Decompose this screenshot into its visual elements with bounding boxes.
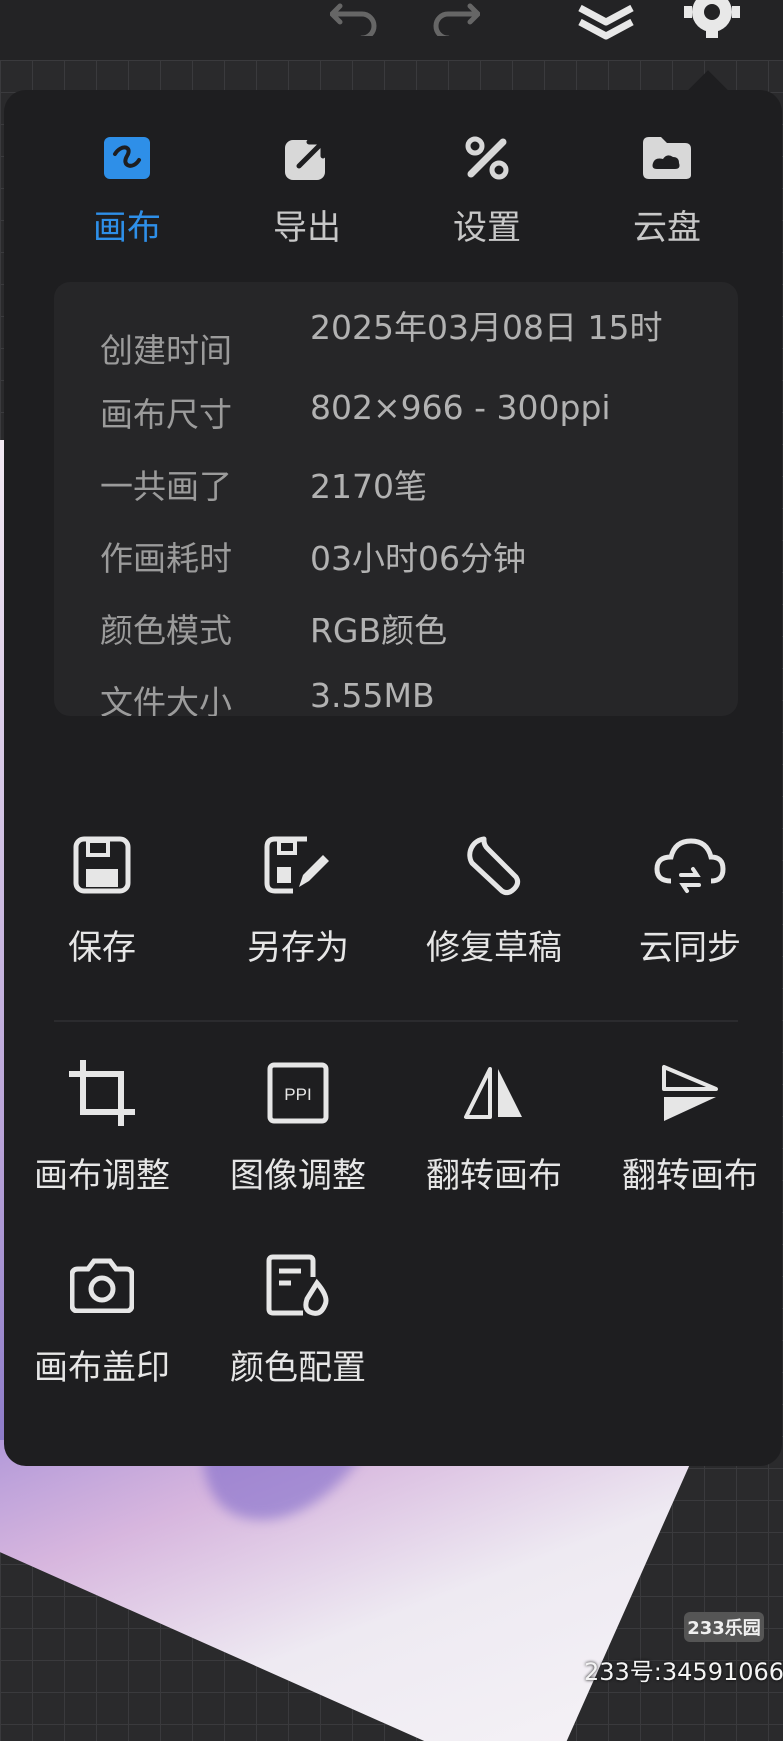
save-button[interactable]: 保存 [4, 830, 200, 969]
layers-icon[interactable] [576, 0, 636, 40]
repair-draft-label: 修复草稿 [426, 928, 562, 968]
watermark-id: 233号:345910660 [584, 1658, 783, 1686]
info-file-size-value: 3.55MB [310, 676, 435, 715]
cloud-sync-button[interactable]: 云同步 [592, 830, 783, 969]
tab-settings-label: 设置 [453, 208, 521, 248]
wrench-icon [396, 830, 592, 900]
tab-export[interactable]: 导出 [237, 130, 377, 249]
undo-icon[interactable] [330, 0, 380, 36]
info-time-value: 03小时06分钟 [310, 539, 526, 578]
flip-vertical-icon [592, 1058, 783, 1128]
camera-icon [4, 1250, 200, 1320]
info-color-mode-label: 颜色模式 [100, 611, 232, 650]
info-strokes: 一共画了 2170笔 [54, 460, 738, 510]
svg-text:PPI: PPI [284, 1085, 311, 1104]
info-file-size-label: 文件大小 [100, 683, 232, 716]
tab-export-label: 导出 [273, 208, 341, 248]
repair-draft-button[interactable]: 修复草稿 [396, 830, 592, 969]
info-color-mode-value: RGB颜色 [310, 611, 448, 650]
tab-cloud-drive[interactable]: 云盘 [597, 130, 737, 249]
canvas-info-box: 创建时间 2025年03月08日 15时10分 画布尺寸 802×966 - 3… [54, 282, 738, 716]
canvas-menu-panel: 画布 导出 设置 云盘 创建时间 2025年03月08日 15时10分 画布 [4, 90, 782, 1466]
save-as-label: 另存为 [247, 928, 349, 968]
color-profile-button[interactable]: 颜色配置 [200, 1250, 396, 1389]
flip-canvas-vertical-label: 翻转画布 [622, 1156, 758, 1196]
settings-tools-icon [417, 130, 557, 186]
info-size: 画布尺寸 802×966 - 300ppi [54, 388, 738, 438]
info-color-mode: 颜色模式 RGB颜色 [54, 604, 738, 654]
cloud-drive-icon [597, 130, 737, 186]
save-as-button[interactable]: 另存为 [200, 830, 396, 969]
canvas-stamp-label: 画布盖印 [34, 1348, 170, 1388]
export-icon [237, 130, 377, 186]
info-time: 作画耗时 03小时06分钟 [54, 532, 738, 582]
info-size-label: 画布尺寸 [100, 395, 232, 434]
save-label: 保存 [68, 928, 136, 968]
gear-icon[interactable] [684, 0, 740, 38]
section-divider [54, 1020, 738, 1022]
top-toolbar [0, 0, 783, 60]
crop-icon [4, 1058, 200, 1128]
tab-bar: 画布 导出 设置 云盘 [4, 130, 782, 250]
save-as-icon [200, 830, 396, 900]
image-adjust-label: 图像调整 [230, 1156, 366, 1196]
info-time-label: 作画耗时 [100, 539, 232, 578]
info-strokes-label: 一共画了 [100, 467, 232, 506]
tab-canvas[interactable]: 画布 [57, 130, 197, 249]
ppi-icon: PPI [200, 1058, 396, 1128]
info-size-value: 802×966 - 300ppi [310, 388, 611, 427]
save-icon [4, 830, 200, 900]
tab-cloud-drive-label: 云盘 [633, 208, 701, 248]
canvas-adjust-button[interactable]: 画布调整 [4, 1058, 200, 1197]
canvas-adjust-label: 画布调整 [34, 1156, 170, 1196]
info-created-label: 创建时间 [100, 331, 232, 370]
color-profile-icon [200, 1250, 396, 1320]
cloud-sync-icon [592, 830, 783, 900]
flip-canvas-horizontal-label: 翻转画布 [426, 1156, 562, 1196]
canvas-stamp-button[interactable]: 画布盖印 [4, 1250, 200, 1389]
info-created-value: 2025年03月08日 15时10分 [310, 308, 663, 347]
redo-icon[interactable] [430, 0, 480, 36]
flip-canvas-horizontal-button[interactable]: 翻转画布 [396, 1058, 592, 1197]
watermark-logo: 233乐园 [684, 1612, 764, 1642]
flip-horizontal-icon [396, 1058, 592, 1128]
info-file-size: 文件大小 3.55MB [54, 676, 738, 716]
info-created: 创建时间 2025年03月08日 15时10分 [54, 308, 738, 370]
info-strokes-value: 2170笔 [310, 467, 427, 506]
tab-settings[interactable]: 设置 [417, 130, 557, 249]
cloud-sync-label: 云同步 [639, 928, 741, 968]
flip-canvas-vertical-button[interactable]: 翻转画布 [592, 1058, 783, 1197]
canvas-icon [57, 130, 197, 186]
tab-canvas-label: 画布 [93, 208, 161, 248]
color-profile-label: 颜色配置 [230, 1348, 366, 1388]
image-adjust-button[interactable]: PPI 图像调整 [200, 1058, 396, 1197]
